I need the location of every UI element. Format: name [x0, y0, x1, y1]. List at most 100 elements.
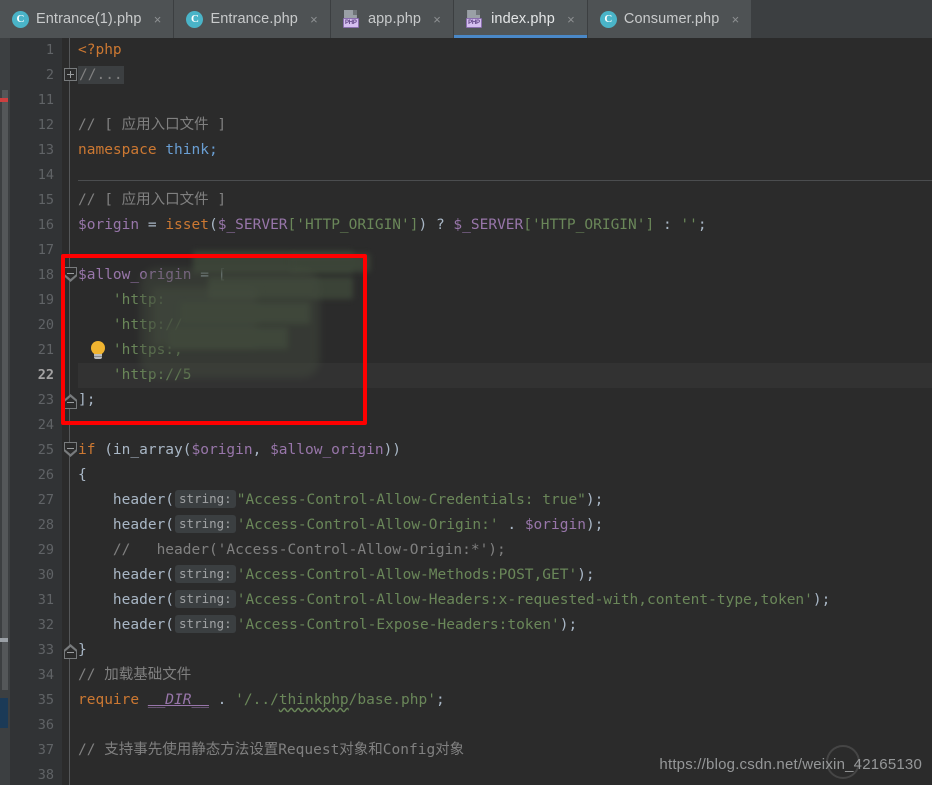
- folded-comment[interactable]: //...: [78, 66, 124, 84]
- concat-op: .: [208, 692, 236, 708]
- line-number: 13: [37, 142, 54, 158]
- tab-label: Entrance(1).php: [36, 11, 142, 27]
- semicolon: ;: [435, 692, 445, 708]
- line-number: 29: [37, 542, 54, 558]
- line-number: 16: [37, 217, 54, 233]
- code-editor[interactable]: 1 2 11 12 13 14 15 16 17 18 19 20 21 22 …: [0, 38, 932, 785]
- keyword-require: require: [78, 692, 140, 708]
- call-end: );: [812, 592, 831, 608]
- call-header: header(: [78, 492, 175, 508]
- error-marker[interactable]: [0, 98, 8, 102]
- line-number: 19: [37, 292, 54, 308]
- tab-index-php[interactable]: PHP index.php ×: [454, 0, 588, 38]
- parameter-hint: string:: [175, 515, 236, 533]
- close-icon[interactable]: ×: [151, 13, 163, 26]
- fold-collapse-end-if[interactable]: [62, 638, 78, 663]
- tab-app-php[interactable]: PHP app.php ×: [330, 0, 455, 38]
- class-c-icon: C: [186, 10, 204, 28]
- line-number: 21: [37, 342, 54, 358]
- tab-label: Consumer.php: [623, 11, 720, 27]
- parameter-hint: string:: [175, 590, 236, 608]
- line-number: 18: [37, 267, 54, 283]
- code-line-30: header(string: 'Access-Control-Allow-Meth…: [78, 563, 595, 588]
- class-c-icon: C: [12, 10, 29, 28]
- tab-entrance-php[interactable]: C Entrance.php ×: [174, 0, 331, 38]
- change-marker[interactable]: [0, 698, 8, 728]
- close-icon[interactable]: ×: [565, 13, 577, 26]
- header-string: 'Access-Control-Allow-Origin:': [236, 517, 499, 533]
- code-line-26: {: [78, 463, 87, 488]
- comment: // 支持事先使用静态方法设置Request对象和Config对象: [78, 742, 465, 758]
- namespace-name: think;: [165, 142, 218, 158]
- line-number: 34: [37, 667, 54, 683]
- line-number: 32: [37, 617, 54, 633]
- code-line-31: header(string: 'Access-Control-Allow-Head…: [78, 588, 830, 613]
- ternary-op: ) ?: [418, 217, 454, 233]
- line-number: 26: [37, 467, 54, 483]
- code-line-1: <?php: [78, 38, 122, 63]
- line-number-gutter[interactable]: 1 2 11 12 13 14 15 16 17 18 19 20 21 22 …: [10, 38, 62, 785]
- comment: // [ 应用入口文件 ]: [78, 192, 227, 208]
- line-number: 37: [37, 742, 54, 758]
- line-number: 20: [37, 317, 54, 333]
- close-icon[interactable]: ×: [431, 13, 443, 26]
- code-line-15: // [ 应用入口文件 ]: [78, 188, 226, 213]
- header-string: 'Access-Control-Allow-Headers:x-requeste…: [236, 592, 813, 608]
- php-badge-label: PHP: [342, 18, 359, 28]
- paren-close: )): [383, 442, 402, 458]
- code-line-33: }: [78, 638, 87, 663]
- magic-constant-dir: __DIR__: [147, 692, 209, 708]
- line-number: 31: [37, 592, 54, 608]
- tab-entrance-1-php[interactable]: C Entrance(1).php ×: [0, 0, 175, 38]
- php-file-icon: PHP: [342, 10, 361, 28]
- scrollbar-thumb[interactable]: [2, 90, 8, 690]
- parameter-hint: string:: [175, 615, 236, 633]
- header-string: 'Access-Control-Allow-Methods:POST,GET': [236, 567, 578, 583]
- line-number: 17: [37, 242, 54, 258]
- tab-label: Entrance.php: [210, 11, 298, 27]
- code-line-32: header(string: 'Access-Control-Expose-Hea…: [78, 613, 577, 638]
- line-number: 27: [37, 492, 54, 508]
- line-number: 30: [37, 567, 54, 583]
- line-number: 33: [37, 642, 54, 658]
- call-header: header(: [78, 517, 175, 533]
- commented-header-call: // header('Access-Control-Allow-Origin:*…: [78, 542, 506, 558]
- comment: // [ 应用入口文件 ]: [78, 117, 227, 133]
- fold-expand-toggle[interactable]: [62, 63, 78, 88]
- tab-label: index.php: [491, 11, 555, 27]
- variable-origin: $origin: [78, 217, 140, 233]
- superglobal-server: $_SERVER: [217, 217, 288, 233]
- editor-tab-bar: C Entrance(1).php × C Entrance.php × PHP…: [0, 0, 932, 38]
- close-icon[interactable]: ×: [308, 13, 320, 26]
- code-line-16: $origin = isset($_SERVER['HTTP_ORIGIN'])…: [78, 213, 707, 238]
- code-line-13: namespace think;: [78, 138, 218, 163]
- fold-collapse-toggle-if[interactable]: [62, 438, 78, 463]
- call-end: );: [559, 617, 578, 633]
- annotation-highlight-box: [61, 254, 367, 425]
- code-line-35: require __DIR__ . '/../thinkphp/base.php…: [78, 688, 445, 713]
- code-line-27: header(string: "Access-Control-Allow-Cred…: [78, 488, 603, 513]
- line-number-current: 22: [37, 367, 54, 383]
- call-header: header(: [78, 617, 175, 633]
- php-badge-label: PHP: [466, 18, 482, 28]
- code-line-37: // 支持事先使用静态方法设置Request对象和Config对象: [78, 738, 464, 763]
- function-isset: isset: [165, 217, 209, 233]
- code-line-29: // header('Access-Control-Allow-Origin:*…: [78, 538, 506, 563]
- comment: // 加载基础文件: [78, 667, 192, 683]
- marker-strip[interactable]: [0, 38, 10, 785]
- close-icon[interactable]: ×: [729, 13, 741, 26]
- line-number: 1: [45, 42, 54, 58]
- path-string-head: '/../: [235, 692, 279, 708]
- class-c-icon: C: [599, 10, 617, 28]
- line-number: 12: [37, 117, 54, 133]
- line-number: 35: [37, 692, 54, 708]
- tab-consumer-php[interactable]: C Consumer.php ×: [587, 0, 753, 38]
- line-number: 23: [37, 392, 54, 408]
- warning-marker[interactable]: [0, 638, 8, 642]
- line-number: 38: [37, 767, 54, 783]
- array-index: ['HTTP_ORIGIN']: [287, 217, 419, 233]
- line-number: 14: [37, 167, 54, 183]
- superglobal-server: $_SERVER: [453, 217, 524, 233]
